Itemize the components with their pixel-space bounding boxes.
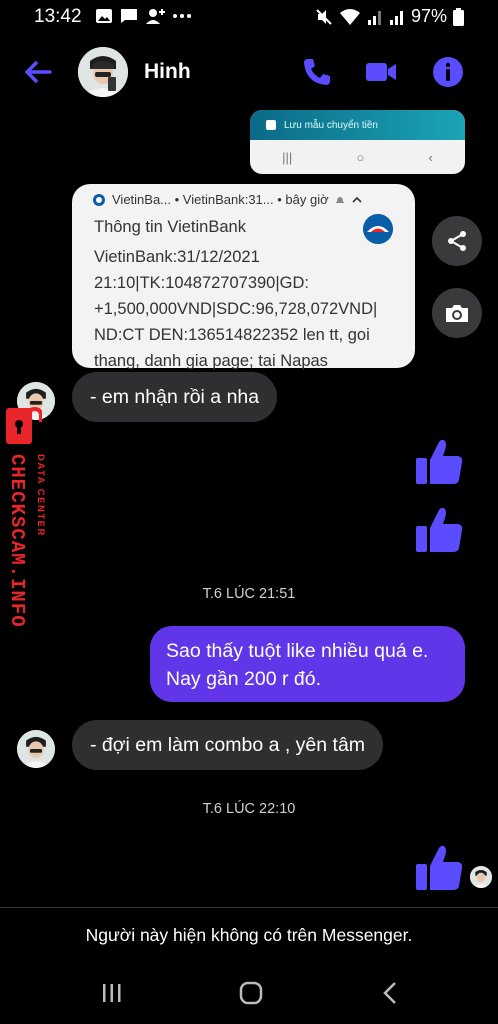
shared-image-navbar: ||| ○ ‹ — [250, 140, 465, 174]
watermark: CHECKSCAM.INFO DATA CENTER — [2, 406, 50, 646]
person-add-icon — [146, 9, 165, 24]
lock-icon — [6, 406, 42, 444]
shared-image-banner: Lưu mẫu chuyển tiền — [250, 110, 465, 140]
vietinbank-logo-icon — [363, 214, 393, 244]
received-message[interactable]: - em nhận rồi a nha — [72, 372, 278, 422]
wifi-icon — [339, 8, 360, 25]
like-thumb-icon[interactable] — [414, 842, 464, 892]
sms-title: Thông tin VietinBank — [94, 218, 246, 236]
signal-icon — [389, 10, 403, 25]
battery-icon — [453, 7, 464, 26]
system-navbar — [0, 960, 498, 1024]
sms-line: ND:CT DEN:136514822352 len tt, goi — [94, 326, 370, 344]
back-icon: ‹ — [428, 149, 433, 165]
bank-small-icon — [93, 193, 105, 206]
share-button[interactable] — [432, 216, 482, 266]
unavailable-notice: Người này hiện không có trên Messenger. — [85, 925, 413, 945]
status-bar: 13:42 97% — [0, 0, 498, 34]
avatar[interactable] — [17, 730, 55, 768]
video-call-icon[interactable] — [364, 55, 398, 89]
sms-line: 21:10|TK:104872707390|GD: — [94, 274, 309, 292]
more-icon — [173, 14, 191, 18]
home-icon[interactable] — [236, 978, 266, 1008]
back-icon[interactable] — [376, 978, 406, 1008]
sms-line: +1,500,000VND|SDC:96,728,072VND| — [94, 300, 378, 318]
bell-icon — [335, 196, 344, 203]
image-icon — [96, 9, 112, 23]
checkbox-icon — [266, 120, 276, 130]
like-thumb-icon[interactable] — [414, 436, 464, 486]
sms-line: VietinBank:31/12/2021 — [94, 248, 260, 266]
like-thumb-icon[interactable] — [414, 504, 464, 554]
home-icon: ○ — [356, 149, 365, 165]
camera-button[interactable] — [432, 288, 482, 338]
info-icon[interactable] — [431, 55, 465, 89]
timestamp: T.6 LÚC 22:10 — [202, 801, 296, 817]
contact-avatar[interactable] — [78, 47, 128, 97]
phone-icon[interactable] — [300, 55, 334, 89]
seen-avatar — [470, 866, 492, 888]
watermark-brand: CHECKSCAM.INFO — [6, 454, 28, 628]
timestamp: T.6 LÚC 21:51 — [202, 586, 296, 602]
sms-body: VietinBank:31/12/2021 21:10|TK:104872707… — [94, 244, 394, 374]
sent-message[interactable]: Sao thấy tuột like nhiều quá e. Nay gần … — [150, 626, 465, 702]
chat-header: Hinh — [0, 38, 498, 106]
sms-line: thang, danh gia page; tai Napas — [94, 352, 328, 370]
sms-notification-header: VietinBa... • VietinBank:31... • bây giờ — [92, 192, 363, 207]
watermark-sub: DATA CENTER — [35, 454, 46, 537]
sms-header-text: VietinBa... • VietinBank:31... • bây giờ — [112, 192, 329, 207]
chevron-up-icon — [352, 196, 362, 203]
status-left-icons — [95, 8, 192, 24]
status-right-icons: 97% — [315, 6, 464, 27]
footer-divider — [0, 907, 498, 908]
battery-percent: 97% — [410, 6, 447, 26]
camera-icon — [446, 305, 468, 322]
signal-icon — [367, 10, 381, 25]
mute-icon — [316, 8, 332, 25]
status-time: 13:42 — [34, 6, 82, 27]
received-message[interactable]: - đợi em làm combo a , yên tâm — [72, 720, 384, 770]
message-icon — [121, 9, 137, 23]
shared-image[interactable]: Lưu mẫu chuyển tiền ||| ○ ‹ — [250, 110, 465, 174]
recent-apps-icon[interactable] — [97, 978, 127, 1008]
recent-apps-icon: ||| — [282, 149, 293, 165]
contact-name: Hinh — [144, 60, 191, 83]
shared-image-label: Lưu mẫu chuyển tiền — [284, 119, 378, 131]
back-arrow-icon[interactable] — [22, 56, 54, 88]
share-icon — [448, 231, 466, 251]
chat-thread[interactable]: Lưu mẫu chuyển tiền ||| ○ ‹ VietinBa... … — [0, 106, 498, 908]
sms-screenshot-card[interactable]: VietinBa... • VietinBank:31... • bây giờ… — [72, 184, 415, 370]
